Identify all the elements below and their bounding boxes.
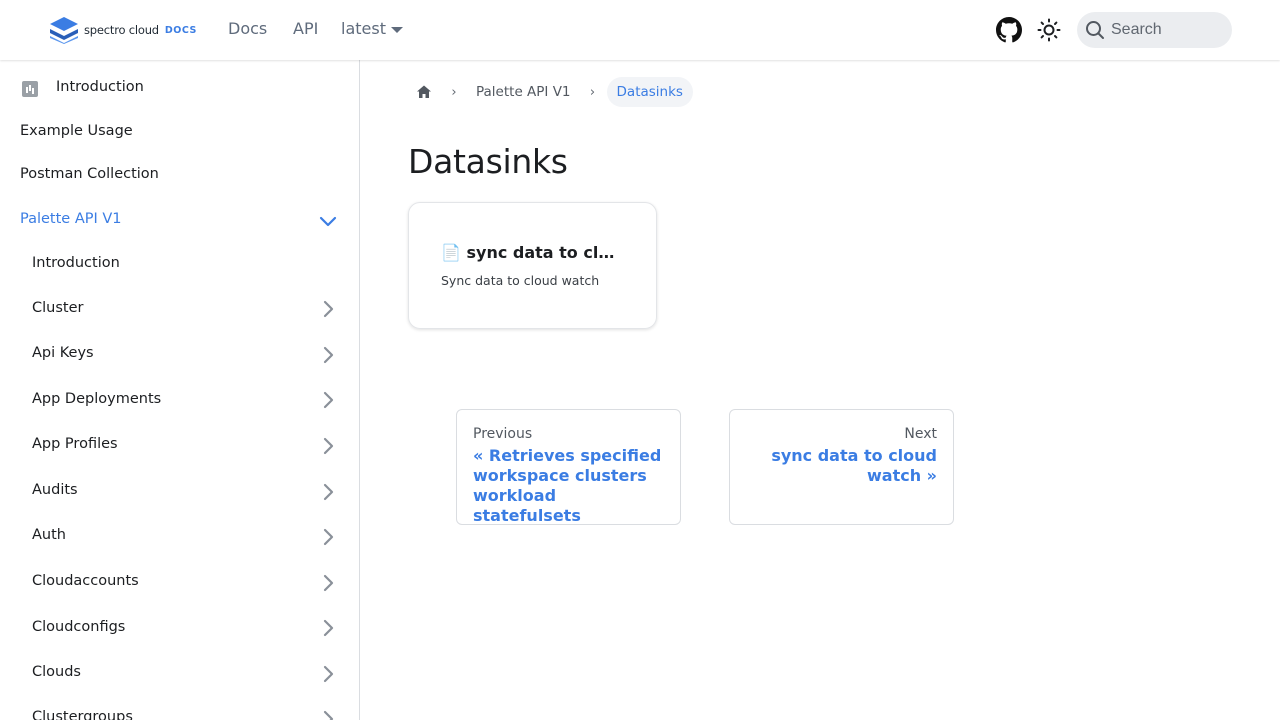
pagination-prev-sublabel: Previous	[473, 426, 533, 442]
chevron-right-icon[interactable]	[318, 482, 338, 502]
pagination-next[interactable]: Next sync data to cloud watch »	[729, 409, 954, 525]
sidebar-item-audits[interactable]: Audits	[32, 482, 78, 498]
sidebar-item-clouds[interactable]: Clouds	[32, 664, 81, 680]
sidebar-item-cloudconfigs[interactable]: Cloudconfigs	[32, 619, 125, 635]
sidebar-item-cloudaccounts[interactable]: Cloudaccounts	[32, 573, 139, 589]
logo-docs-label: DOCS	[164, 24, 197, 36]
sidebar-item-app-profiles[interactable]: App Profiles	[32, 436, 118, 452]
chevron-right-icon[interactable]	[318, 573, 338, 593]
pagination-prev-label: « Retrieves specified workspace clusters…	[473, 446, 662, 525]
chevron-right-icon[interactable]	[318, 709, 338, 720]
version-label: latest	[341, 19, 386, 38]
version-dropdown[interactable]: latest	[341, 19, 403, 38]
doc-card-description: Sync data to cloud watch	[441, 273, 600, 288]
sidebar-item-palette-api-v1[interactable]: Palette API V1	[20, 211, 122, 227]
sidebar-item-auth[interactable]: Auth	[32, 527, 66, 543]
chevron-right-icon[interactable]	[318, 527, 338, 547]
top-navbar: spectro cloud DOCS Docs API latest Searc…	[0, 0, 1280, 60]
chevron-right-icon[interactable]	[318, 345, 338, 365]
sidebar-item-api-keys[interactable]: Api Keys	[32, 345, 94, 361]
site-logo[interactable]: spectro cloud DOCS	[48, 16, 197, 44]
breadcrumb-home[interactable]	[408, 76, 440, 108]
chevron-right-icon: ›	[451, 84, 457, 100]
sidebar-item-example-usage[interactable]: Example Usage	[20, 123, 133, 139]
chevron-right-icon[interactable]	[318, 299, 338, 319]
sidebar-item-clustergroups[interactable]: Clustergroups	[32, 709, 133, 720]
chart-icon	[22, 81, 38, 97]
sidebar-item-v1-introduction[interactable]: Introduction	[32, 255, 120, 271]
breadcrumb: › Palette API V1 › Datasinks	[408, 76, 693, 108]
logo-text: spectro cloud	[84, 23, 159, 37]
sidebar-item-postman-collection[interactable]: Postman Collection	[20, 166, 159, 182]
search-button[interactable]: Search	[1077, 12, 1232, 48]
chevron-down-icon	[390, 26, 403, 33]
chevron-right-icon[interactable]	[318, 618, 338, 638]
pagination-next-label: sync data to cloud watch »	[771, 446, 937, 485]
chevron-right-icon[interactable]	[318, 390, 338, 410]
spectro-cloud-logo-icon	[50, 17, 78, 44]
home-icon	[417, 85, 431, 98]
chevron-right-icon[interactable]	[318, 664, 338, 684]
docs-sidebar: Introduction Example Usage Postman Colle…	[0, 60, 360, 720]
main-content: › Palette API V1 › Datasinks Datasinks 📄…	[360, 60, 1280, 720]
sidebar-item-app-deployments[interactable]: App Deployments	[32, 391, 161, 407]
github-icon[interactable]	[996, 17, 1022, 43]
chevron-right-icon: ›	[589, 84, 596, 100]
pagination-prev[interactable]: Previous « Retrieves specified workspace…	[456, 409, 681, 525]
pagination-next-sublabel: Next	[904, 426, 937, 442]
chevron-down-icon[interactable]	[318, 211, 338, 231]
nav-docs-link[interactable]: Docs	[228, 19, 267, 38]
theme-toggle-icon[interactable]	[1037, 18, 1061, 42]
search-placeholder: Search	[1111, 21, 1162, 38]
breadcrumb-current: Datasinks	[606, 77, 693, 107]
sidebar-item-introduction[interactable]: Introduction	[56, 79, 144, 95]
nav-api-link[interactable]: API	[293, 19, 318, 38]
breadcrumb-palette-api-v1[interactable]: Palette API V1	[468, 84, 579, 100]
sidebar-item-cluster[interactable]: Cluster	[32, 300, 83, 316]
chevron-right-icon[interactable]	[318, 436, 338, 456]
doc-card[interactable]: 📄 sync data to cloud watch Sync data to …	[408, 202, 657, 329]
search-icon	[1086, 21, 1104, 39]
doc-card-title: 📄 sync data to cloud watch	[441, 243, 624, 262]
page-title: Datasinks	[408, 142, 568, 181]
